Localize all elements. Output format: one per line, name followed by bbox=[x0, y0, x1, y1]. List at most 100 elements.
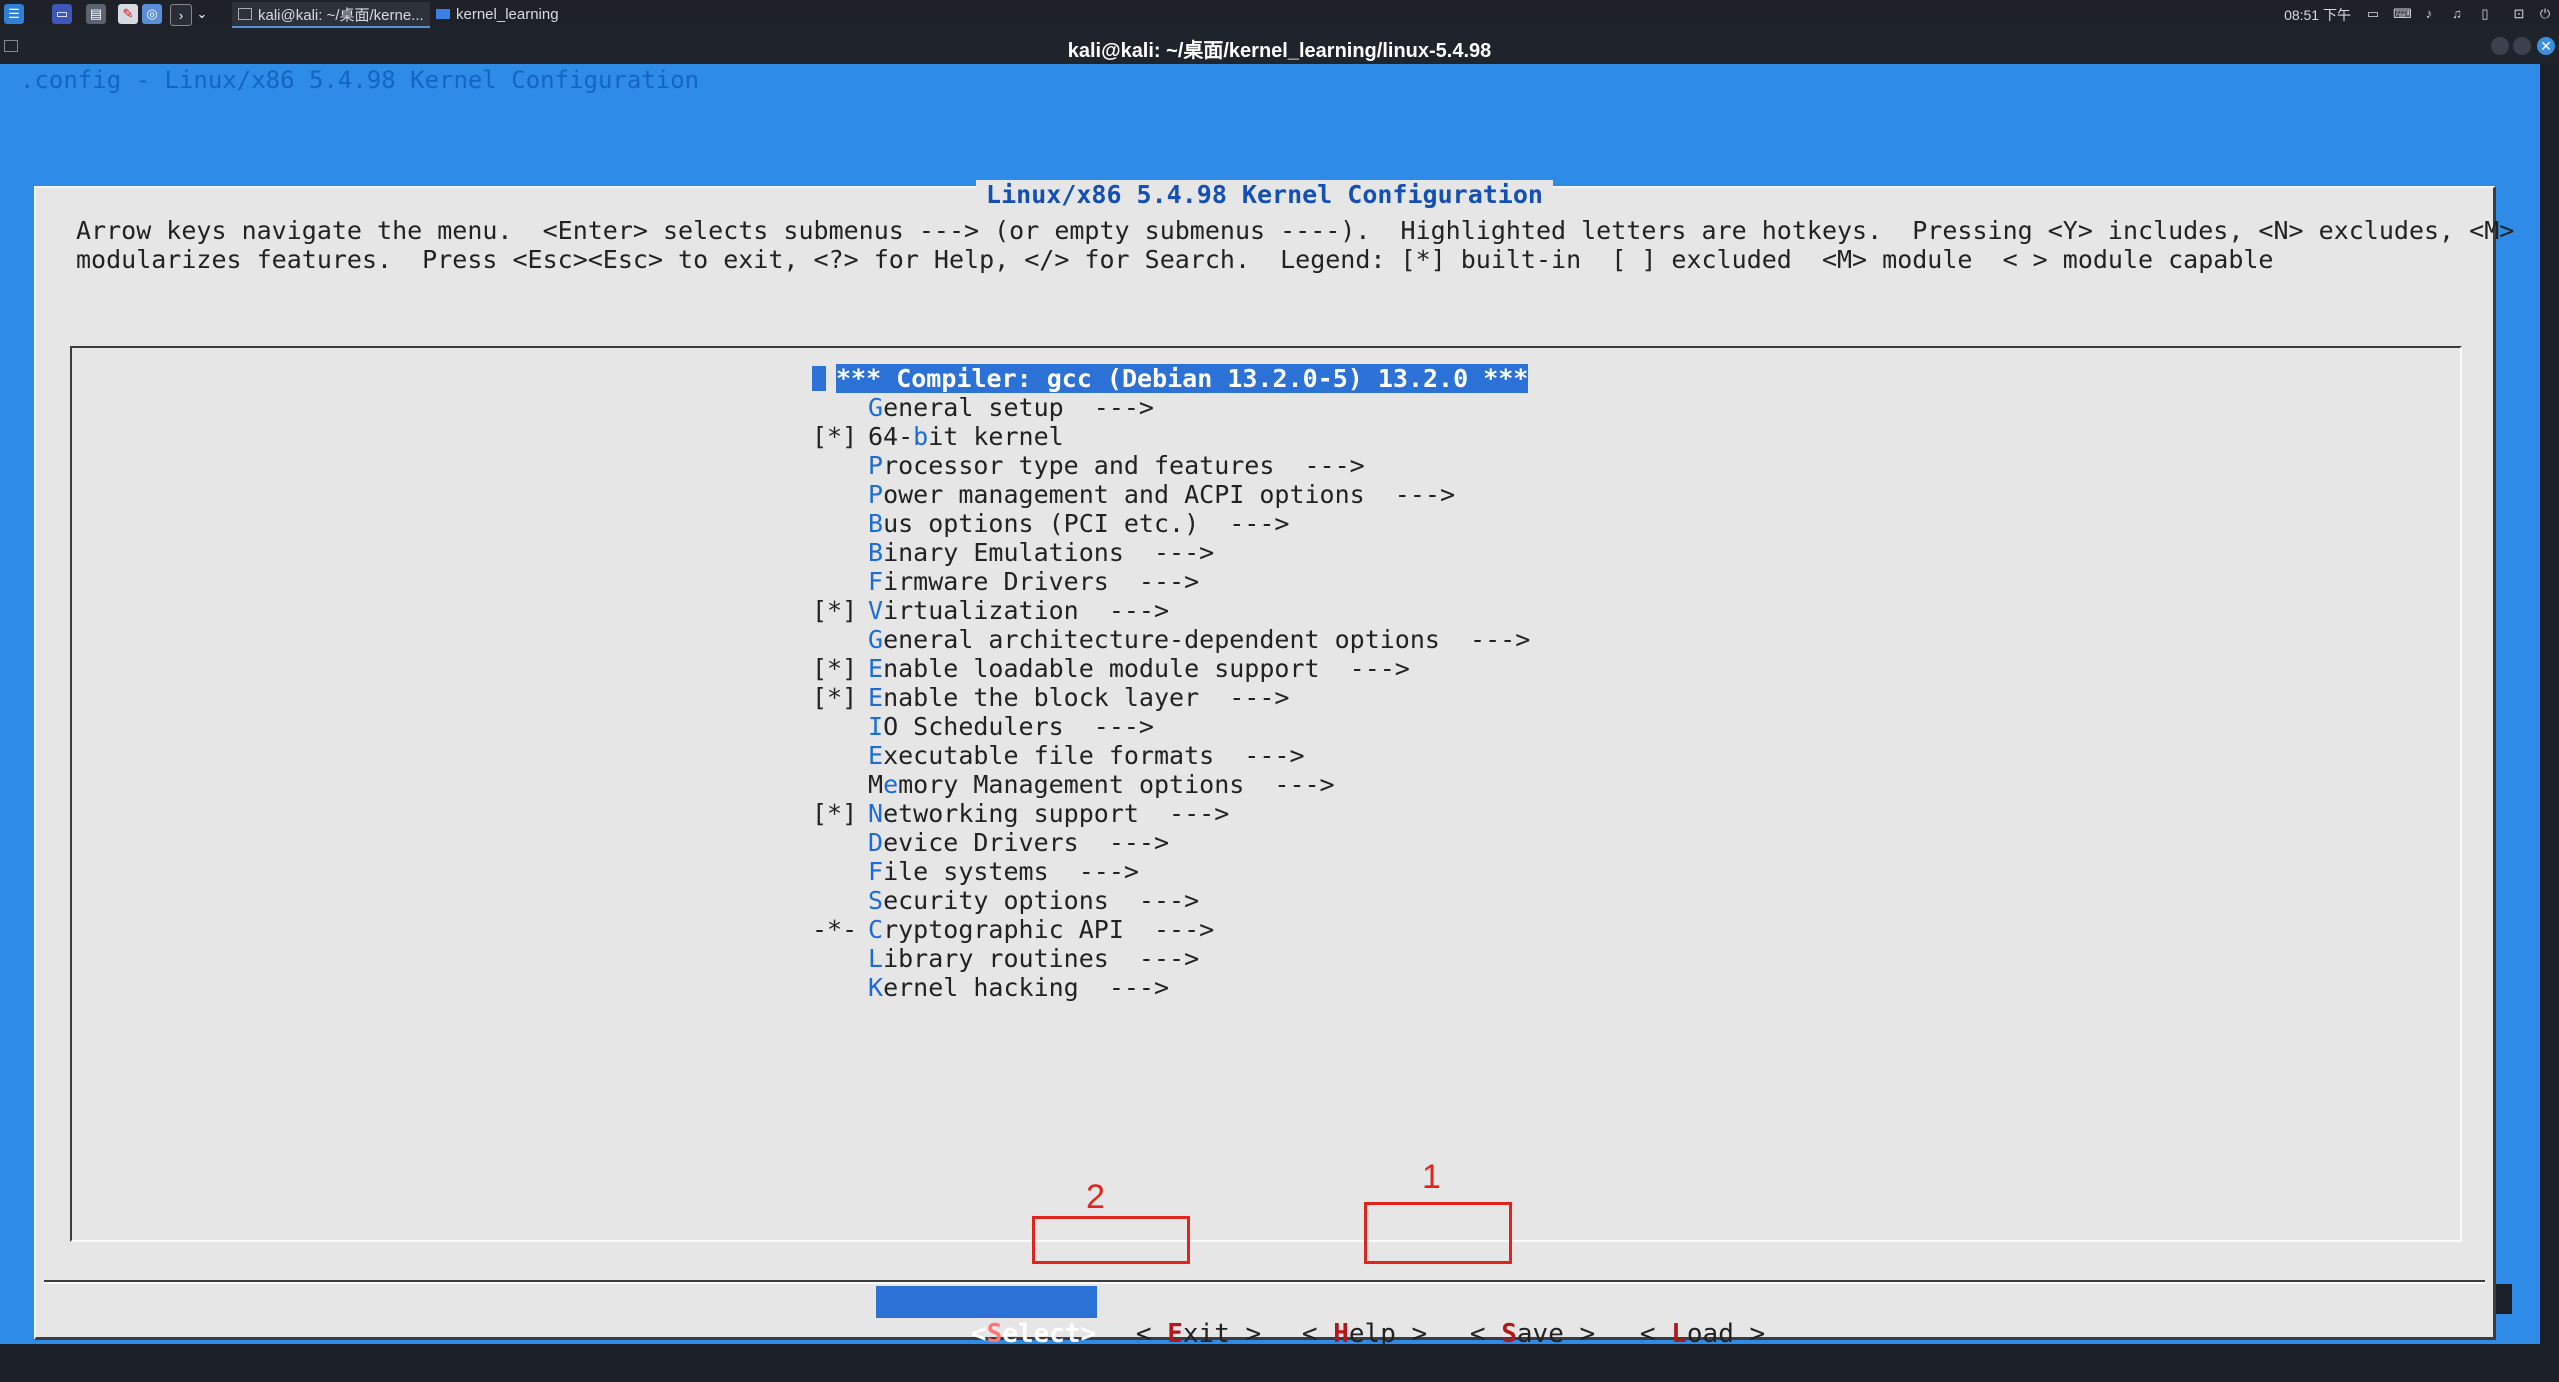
button-hotkey: E bbox=[1167, 1319, 1183, 1349]
menu-item-label: Networking support ---> bbox=[868, 799, 1229, 828]
menu-item[interactable]: Kernel hacking ---> bbox=[812, 973, 1169, 1002]
clock[interactable]: 08:51 下午 bbox=[2284, 5, 2351, 25]
menu-item[interactable]: -*- Cryptographic API ---> bbox=[812, 915, 1214, 944]
menu-item[interactable]: Security options ---> bbox=[812, 886, 1199, 915]
menu-item-hotkey: E bbox=[868, 741, 884, 770]
menu-item-hotkey: N bbox=[868, 799, 884, 828]
menu-item-suffix: evice Drivers ---> bbox=[883, 828, 1170, 857]
menu-item[interactable]: Processor type and features ---> bbox=[812, 451, 1365, 480]
menu-item-label: Enable the block layer ---> bbox=[868, 683, 1289, 712]
menu-item-suffix: eneral setup ---> bbox=[883, 393, 1154, 422]
kali-menu-icon[interactable]: ☰ bbox=[4, 4, 24, 24]
button-pre: < bbox=[1639, 1319, 1672, 1349]
help-text-line-1: Arrow keys navigate the menu. <Enter> se… bbox=[76, 216, 2515, 245]
menu-item-label: Processor type and features ---> bbox=[868, 451, 1365, 480]
menu-item-suffix: ecurity options ---> bbox=[883, 886, 1200, 915]
menu-item[interactable]: Memory Management options ---> bbox=[812, 770, 1335, 799]
menu-item-hotkey: L bbox=[868, 944, 884, 973]
load-button[interactable]: < Load > bbox=[1546, 1286, 1765, 1349]
minimize-button[interactable] bbox=[2491, 37, 2509, 55]
menu-item-suffix: ibrary routines ---> bbox=[883, 944, 1200, 973]
menu-item-hotkey: V bbox=[868, 596, 884, 625]
menu-item-label: General architecture-dependent options -… bbox=[868, 625, 1530, 654]
menu-item[interactable]: [*] Networking support ---> bbox=[812, 799, 1229, 828]
button-pre: < bbox=[1301, 1319, 1334, 1349]
menu-item[interactable]: Device Drivers ---> bbox=[812, 828, 1169, 857]
menu-item-label: *** Compiler: gcc (Debian 13.2.0-5) 13.2… bbox=[836, 364, 1529, 393]
menu-item-suffix: rocessor type and features ---> bbox=[883, 451, 1365, 480]
keyboard-icon[interactable]: ⌨ bbox=[2393, 6, 2412, 22]
bell-icon[interactable]: ♫ bbox=[2449, 6, 2465, 22]
power-icon[interactable]: ⏻ bbox=[2537, 6, 2553, 22]
menu-item[interactable]: [*] 64-bit kernel bbox=[812, 422, 1064, 451]
menu-item-suffix: *** Compiler: gcc (Debian 13.2.0-5) 13.2… bbox=[836, 364, 1529, 393]
maximize-button[interactable] bbox=[2513, 37, 2531, 55]
menu-item-label: Device Drivers ---> bbox=[868, 828, 1169, 857]
annotation-box-save bbox=[1364, 1202, 1512, 1264]
terminal-icon[interactable]: › bbox=[170, 4, 192, 26]
help-text-line-2: modularizes features. Press <Esc><Esc> t… bbox=[76, 245, 2274, 274]
button-pre: < bbox=[1135, 1319, 1168, 1349]
chevron-down-icon[interactable]: ⌄ bbox=[196, 4, 208, 24]
menu-item[interactable]: General setup ---> bbox=[812, 393, 1154, 422]
battery-icon[interactable]: ▯ bbox=[2477, 6, 2493, 22]
menu-item-label: Executable file formats ---> bbox=[868, 741, 1305, 770]
folder-icon bbox=[436, 9, 450, 19]
scrollbar-track[interactable] bbox=[2540, 64, 2559, 1372]
menu-item[interactable]: File systems ---> bbox=[812, 857, 1139, 886]
menu-item-hotkey: F bbox=[868, 857, 884, 886]
menu-item-label: Bus options (PCI etc.) ---> bbox=[868, 509, 1289, 538]
menu-item-suffix: it kernel bbox=[928, 422, 1064, 451]
menu-item[interactable]: Power management and ACPI options ---> bbox=[812, 480, 1455, 509]
menu-item[interactable]: *** Compiler: gcc (Debian 13.2.0-5) 13.2… bbox=[812, 364, 1529, 393]
browser-icon[interactable]: ◎ bbox=[142, 4, 162, 24]
menu-item[interactable]: Library routines ---> bbox=[812, 944, 1199, 973]
menu-item-suffix: O Schedulers ---> bbox=[883, 712, 1154, 741]
menu-item[interactable]: [*] Enable loadable module support ---> bbox=[812, 654, 1410, 683]
button-post: oad > bbox=[1686, 1319, 1766, 1349]
menu-item-hotkey: b bbox=[913, 422, 929, 451]
menu-item-suffix: eneral architecture-dependent options --… bbox=[883, 625, 1531, 654]
window-title: kali@kali: ~/桌面/kernel_learning/linux-5.… bbox=[1067, 40, 1492, 62]
menu-cursor bbox=[812, 366, 826, 391]
monitor-icon[interactable]: ▭ bbox=[2365, 6, 2381, 22]
menu-item-prefix: 64- bbox=[868, 422, 914, 451]
text-editor-icon[interactable]: ✎ bbox=[118, 4, 138, 24]
menu-item[interactable]: Firmware Drivers ---> bbox=[812, 567, 1199, 596]
annotation-box-exit bbox=[1032, 1216, 1190, 1264]
menu-item-hotkey: D bbox=[868, 828, 884, 857]
menu-item[interactable]: Bus options (PCI etc.) ---> bbox=[812, 509, 1289, 538]
menu-item-hotkey: G bbox=[868, 625, 884, 654]
menu-item-hotkey: G bbox=[868, 393, 884, 422]
menu-item-label: IO Schedulers ---> bbox=[868, 712, 1154, 741]
menu-item-suffix: xecutable file formats ---> bbox=[883, 741, 1305, 770]
close-button[interactable]: ✕ bbox=[2537, 37, 2555, 55]
menu-item-prefix: M bbox=[868, 770, 884, 799]
taskbar-item-folder[interactable]: kernel_learning bbox=[436, 2, 559, 26]
menu-item-label: Virtualization ---> bbox=[868, 596, 1169, 625]
annotation-number-1: 1 bbox=[1422, 1158, 1441, 1196]
desktop-icon[interactable]: ▭ bbox=[52, 4, 72, 24]
menu-item-hotkey: I bbox=[868, 712, 884, 741]
menu-item-mark: [*] bbox=[812, 799, 858, 828]
menu-item-suffix: etworking support ---> bbox=[883, 799, 1230, 828]
menu-item-mark: [*] bbox=[812, 596, 858, 625]
menu-item-suffix: irmware Drivers ---> bbox=[883, 567, 1200, 596]
menu-item-suffix: ryptographic API ---> bbox=[883, 915, 1215, 944]
menu-item[interactable]: [*] Virtualization ---> bbox=[812, 596, 1169, 625]
taskbar-item-terminal[interactable]: kali@kali: ~/桌面/kerne... bbox=[232, 2, 430, 28]
menu-item-hotkey: E bbox=[868, 683, 884, 712]
menu-item[interactable]: General architecture-dependent options -… bbox=[812, 625, 1530, 654]
volume-icon[interactable]: ♪ bbox=[2421, 6, 2437, 22]
lock-icon[interactable]: ⊡ bbox=[2511, 6, 2527, 22]
menu-item[interactable]: Executable file formats ---> bbox=[812, 741, 1305, 770]
menu-item[interactable]: Binary Emulations ---> bbox=[812, 538, 1214, 567]
file-manager-icon[interactable]: ▤ bbox=[86, 4, 106, 24]
menu-item-label: 64-bit kernel bbox=[868, 422, 1064, 451]
menu-item[interactable]: [*] Enable the block layer ---> bbox=[812, 683, 1289, 712]
menu-item-mark: [*] bbox=[812, 683, 858, 712]
window-titlebar[interactable]: kali@kali: ~/桌面/kernel_learning/linux-5.… bbox=[0, 28, 2559, 64]
terminal-area[interactable]: .config - Linux/x86 5.4.98 Kernel Config… bbox=[0, 64, 2540, 1372]
menu-item[interactable]: IO Schedulers ---> bbox=[812, 712, 1154, 741]
menu-item-suffix: ile systems ---> bbox=[883, 857, 1139, 886]
